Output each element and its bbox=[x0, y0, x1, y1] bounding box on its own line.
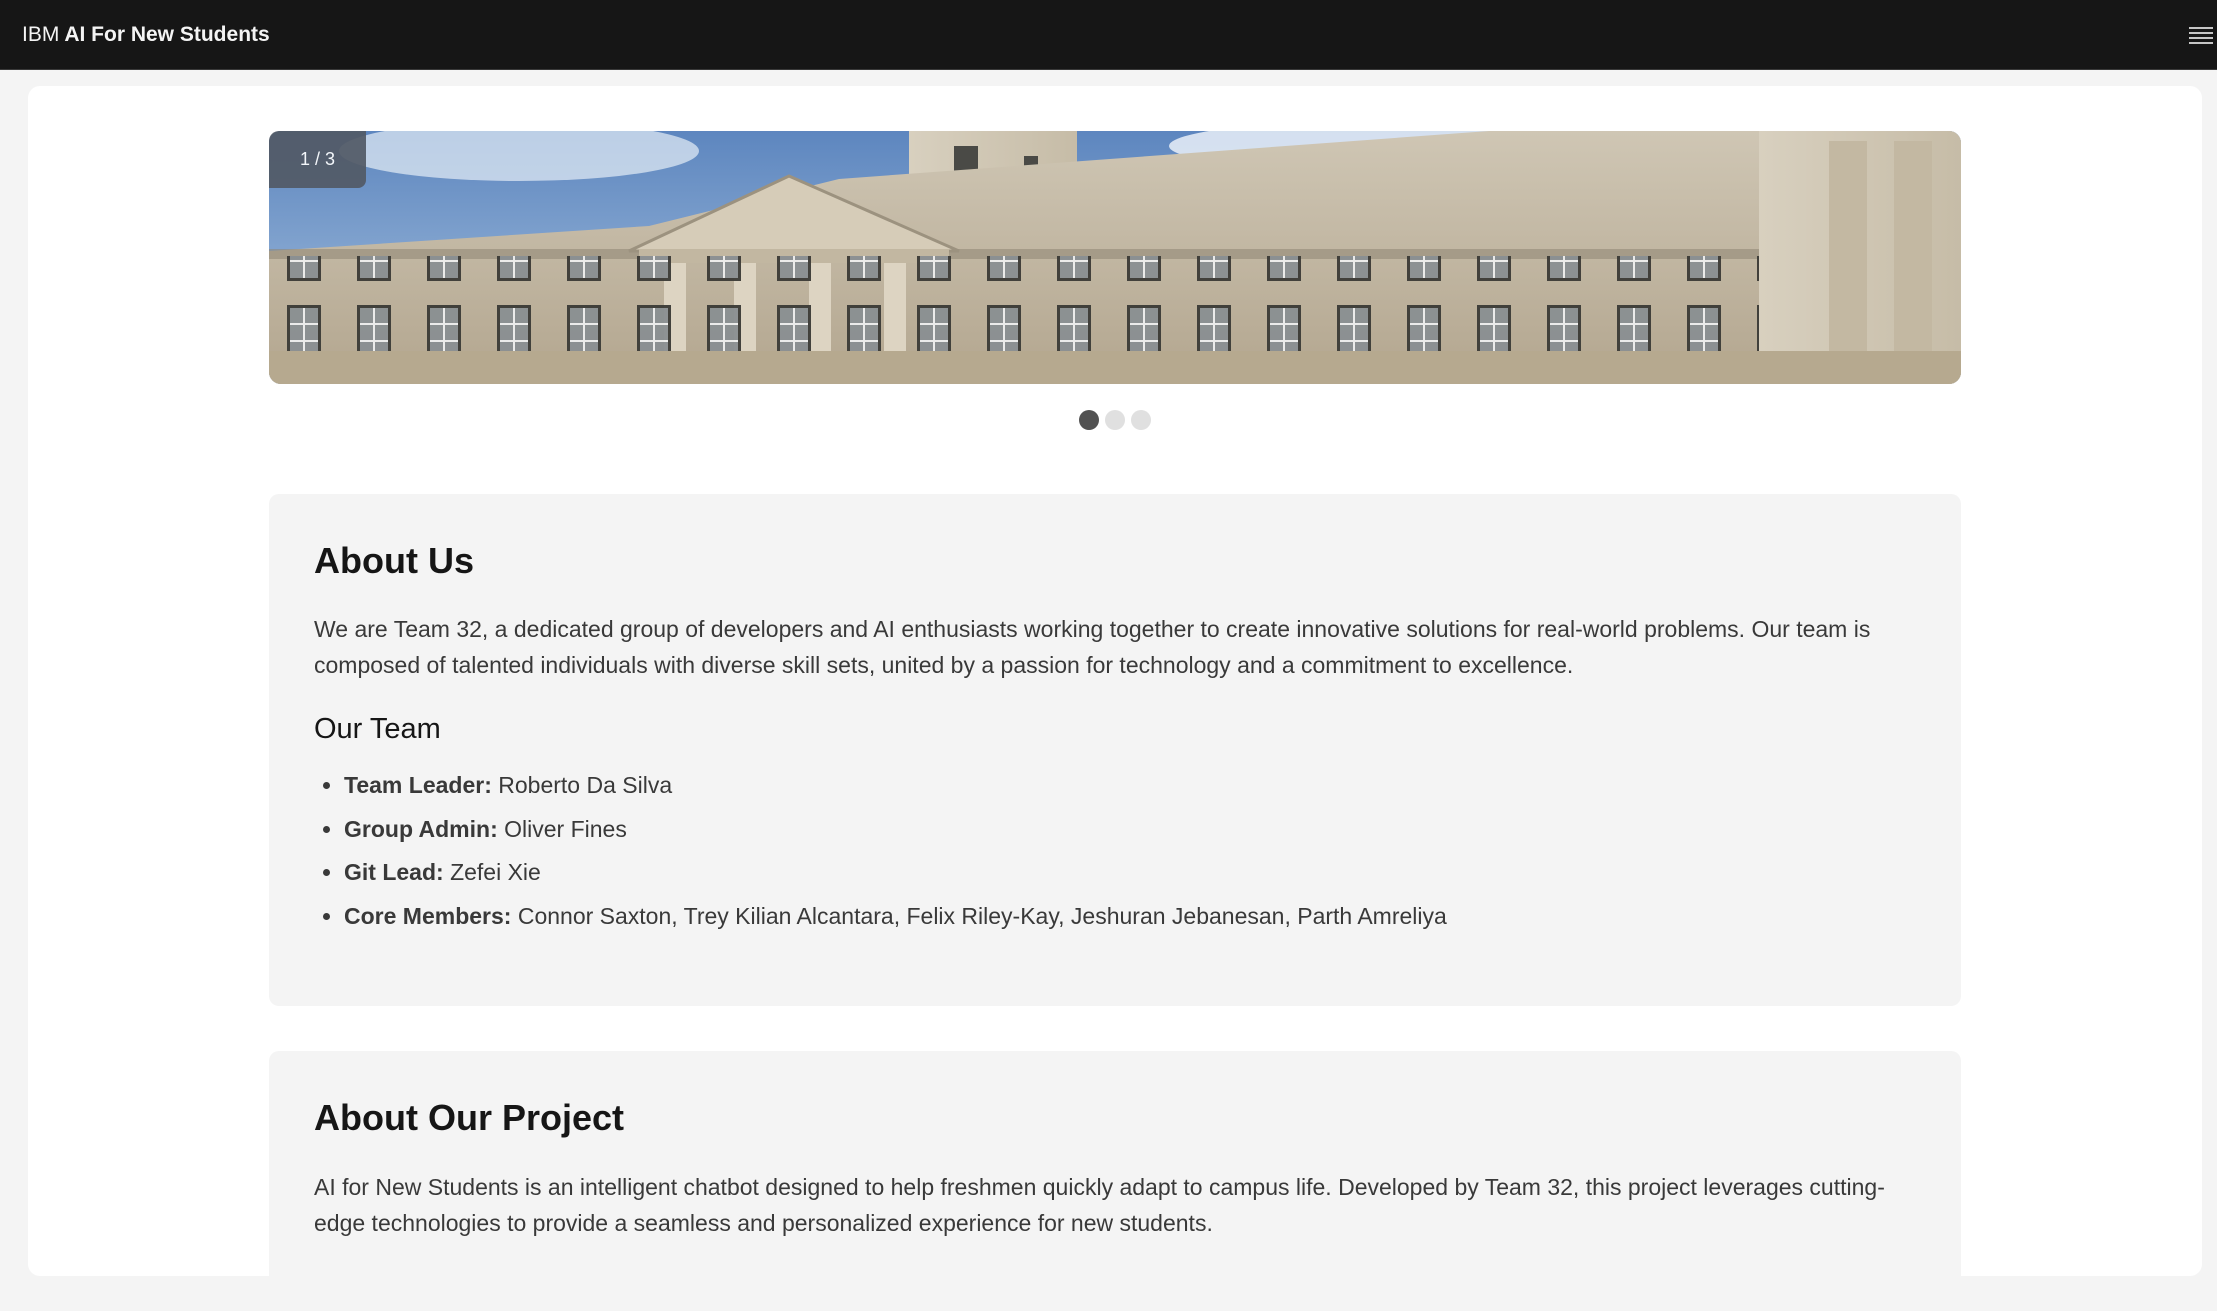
brand-name: AI For New Students bbox=[64, 23, 270, 46]
our-team-heading: Our Team bbox=[314, 713, 441, 745]
university-building-photo bbox=[269, 131, 1961, 384]
top-navigation-bar: IBM AI For New Students bbox=[0, 0, 2217, 70]
list-item: Team Leader: Roberto Da Silva bbox=[344, 764, 1447, 808]
image-carousel[interactable] bbox=[269, 131, 1961, 384]
about-project-description: AI for New Students is an intelligent ch… bbox=[314, 1174, 1885, 1236]
member-role: Group Admin: bbox=[344, 815, 498, 842]
member-role: Team Leader: bbox=[344, 772, 492, 798]
brand-title[interactable]: IBM AI For New Students bbox=[22, 0, 270, 70]
brand-prefix: IBM bbox=[22, 23, 60, 46]
carousel-dot-2[interactable] bbox=[1105, 410, 1125, 430]
member-role: Core Members: bbox=[344, 902, 512, 929]
hamburger-menu-icon-graphic bbox=[2189, 27, 2213, 44]
about-us-description: We are Team 32, a dedicated group of dev… bbox=[314, 616, 1871, 678]
carousel-dot-3[interactable] bbox=[1131, 410, 1151, 430]
about-us-section: About Us We are Team 32, a dedicated gro… bbox=[269, 494, 1961, 1006]
carousel-slide-counter: 1 / 3 bbox=[269, 131, 366, 188]
member-names: Roberto Da Silva bbox=[498, 772, 673, 798]
about-project-section: About Our Project AI for New Students is… bbox=[269, 1051, 1961, 1311]
member-names: Connor Saxton, Trey Kilian Alcantara, Fe… bbox=[517, 902, 1447, 929]
member-names: Zefei Xie bbox=[450, 859, 541, 885]
about-us-title: About Us bbox=[314, 540, 474, 581]
carousel-dot-1[interactable] bbox=[1079, 410, 1099, 430]
list-item: Group Admin: Oliver Fines bbox=[344, 808, 1447, 852]
member-role: Git Lead: bbox=[344, 859, 444, 885]
list-item: Core Members: Connor Saxton, Trey Kilian… bbox=[344, 895, 1447, 939]
hamburger-menu-icon[interactable] bbox=[2185, 21, 2217, 49]
member-names: Oliver Fines bbox=[504, 815, 627, 842]
about-project-title: About Our Project bbox=[314, 1097, 625, 1138]
list-item: Git Lead: Zefei Xie bbox=[344, 851, 1447, 895]
carousel-pagination bbox=[1079, 410, 1151, 432]
team-member-list: Team Leader: Roberto Da Silva Group Admi… bbox=[314, 764, 1447, 938]
